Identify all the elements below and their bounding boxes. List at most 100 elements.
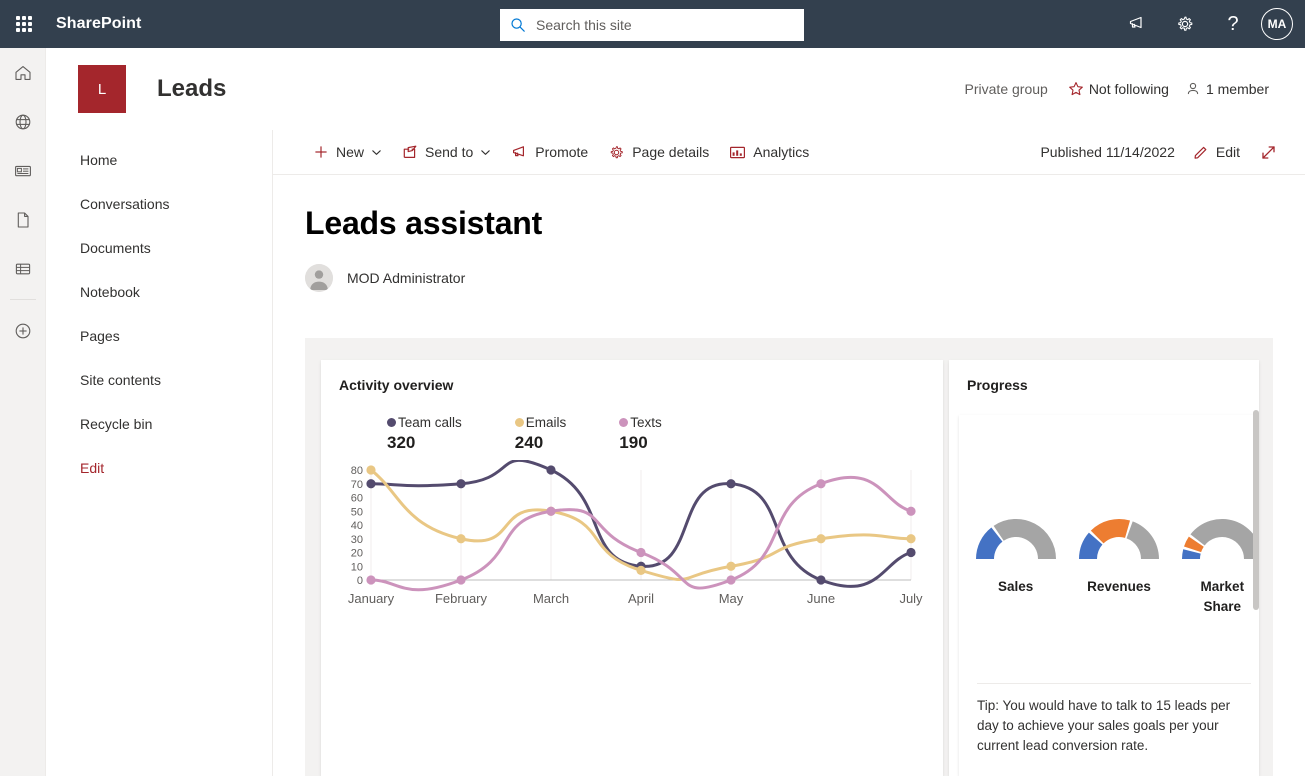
svg-text:0: 0 [357,575,363,587]
legend-item-texts: Texts 190 [619,415,662,453]
progress-card-title: Progress [967,377,1259,393]
site-meta: Private group Not following 1 member [957,75,1277,103]
page-details-button[interactable]: Page details [600,134,717,170]
person-avatar [305,264,333,292]
svg-text:50: 50 [351,506,363,518]
svg-text:June: June [807,591,835,606]
chevron-down-icon [371,147,382,158]
lists-icon[interactable] [0,244,46,293]
person-icon [1185,81,1201,97]
gauge-label-market-share: Market Share [1186,577,1258,617]
send-to-button[interactable]: Send to [394,134,499,170]
svg-text:20: 20 [351,548,363,560]
activity-card-title: Activity overview [339,377,943,393]
send-to-label: Send to [425,144,473,160]
avatar[interactable]: MA [1261,8,1293,40]
follow-label: Not following [1089,81,1169,97]
command-bar: New Send to Promote [273,130,1305,175]
legend-item-emails: Emails 240 [515,415,567,453]
legend-label-team-calls: Team calls [398,415,462,430]
document-icon[interactable] [0,195,46,244]
privacy-label: Private group [957,75,1060,103]
byline: MOD Administrator [305,264,1305,292]
edit-button[interactable]: Edit [1185,134,1248,170]
members-button[interactable]: 1 member [1177,75,1277,103]
expand-button[interactable] [1252,134,1285,170]
page-title[interactable]: Leads [157,75,226,103]
promote-button[interactable]: Promote [503,134,596,170]
app-launcher-icon[interactable] [0,0,48,48]
search-box[interactable] [500,9,804,41]
gear-icon[interactable] [1161,0,1209,48]
page-details-label: Page details [632,144,709,160]
news-icon[interactable] [0,146,46,195]
create-icon[interactable] [0,306,46,355]
gauge-label-sales: Sales [998,577,1033,597]
analytics-label: Analytics [753,144,809,160]
home-icon[interactable] [0,48,46,97]
svg-text:30: 30 [351,534,363,546]
webpart-cards: Activity overview Team calls 320 Emails [321,360,1273,776]
legend-dot-emails [515,418,524,427]
svg-text:January: January [348,591,395,606]
progress-tip: Tip: You would have to talk to 15 leads … [977,696,1251,756]
nav-item-notebook[interactable]: Notebook [46,270,272,314]
legend-value-texts: 190 [619,433,662,453]
expand-icon [1260,144,1277,161]
nav-item-conversations[interactable]: Conversations [46,182,272,226]
nav-item-home[interactable]: Home [46,138,272,182]
progress-scrollbar[interactable] [1253,410,1259,610]
nav-item-site-contents[interactable]: Site contents [46,358,272,402]
svg-text:April: April [628,591,654,606]
promote-label: Promote [535,144,588,160]
gauge-market-share: Market Share [1176,515,1259,617]
privacy-text: Private group [965,81,1048,97]
line-chart: 01020304050607080JanuaryFebruaryMarchApr… [321,460,943,645]
site-header: L Leads Private group Not following 1 me… [46,48,1305,130]
megaphone-icon[interactable] [1113,0,1161,48]
help-icon[interactable]: ? [1209,0,1257,48]
progress-inner-panel: Sales Revenues Market Share Tip: You wou… [959,415,1259,776]
rail-divider [10,299,36,300]
progress-card[interactable]: Progress Sales Revenues Mar [949,360,1259,776]
send-to-icon [402,144,418,160]
divider [977,683,1251,684]
svg-text:February: February [435,591,488,606]
globe-icon[interactable] [0,97,46,146]
svg-text:80: 80 [351,465,363,477]
follow-button[interactable]: Not following [1060,75,1177,103]
svg-text:10: 10 [351,561,363,573]
gauge-group: Sales Revenues Market Share [959,515,1259,617]
gauge-sales: Sales [969,515,1062,617]
chevron-down-icon [480,147,491,158]
nav-item-edit[interactable]: Edit [46,446,272,490]
legend-label-texts: Texts [630,415,662,430]
analytics-button[interactable]: Analytics [721,134,817,170]
plus-icon [313,144,329,160]
star-icon [1068,81,1084,97]
svg-text:May: May [719,591,744,606]
suite-brand[interactable]: SharePoint [56,15,141,33]
page-heading: Leads assistant [305,205,1305,242]
search-input[interactable] [534,16,794,34]
legend-value-emails: 240 [515,433,567,453]
legend-dot-texts [619,418,628,427]
pencil-icon [1193,144,1209,160]
chart-legend: Team calls 320 Emails 240 [387,415,943,453]
command-bar-right: Published 11/14/2022 Edit [1040,134,1285,170]
new-button[interactable]: New [305,134,390,170]
legend-dot-team-calls [387,418,396,427]
gear-icon [608,144,625,161]
legend-value-team-calls: 320 [387,433,462,453]
svg-text:40: 40 [351,520,363,532]
svg-text:70: 70 [351,479,363,491]
activity-overview-card[interactable]: Activity overview Team calls 320 Emails [321,360,943,776]
search-icon [510,17,526,33]
nav-item-pages[interactable]: Pages [46,314,272,358]
site-logo[interactable]: L [78,65,126,113]
legend-item-team-calls: Team calls 320 [387,415,462,453]
nav-item-recycle-bin[interactable]: Recycle bin [46,402,272,446]
app-rail [0,48,46,776]
suite-bar: SharePoint ? MA [0,0,1305,48]
nav-item-documents[interactable]: Documents [46,226,272,270]
